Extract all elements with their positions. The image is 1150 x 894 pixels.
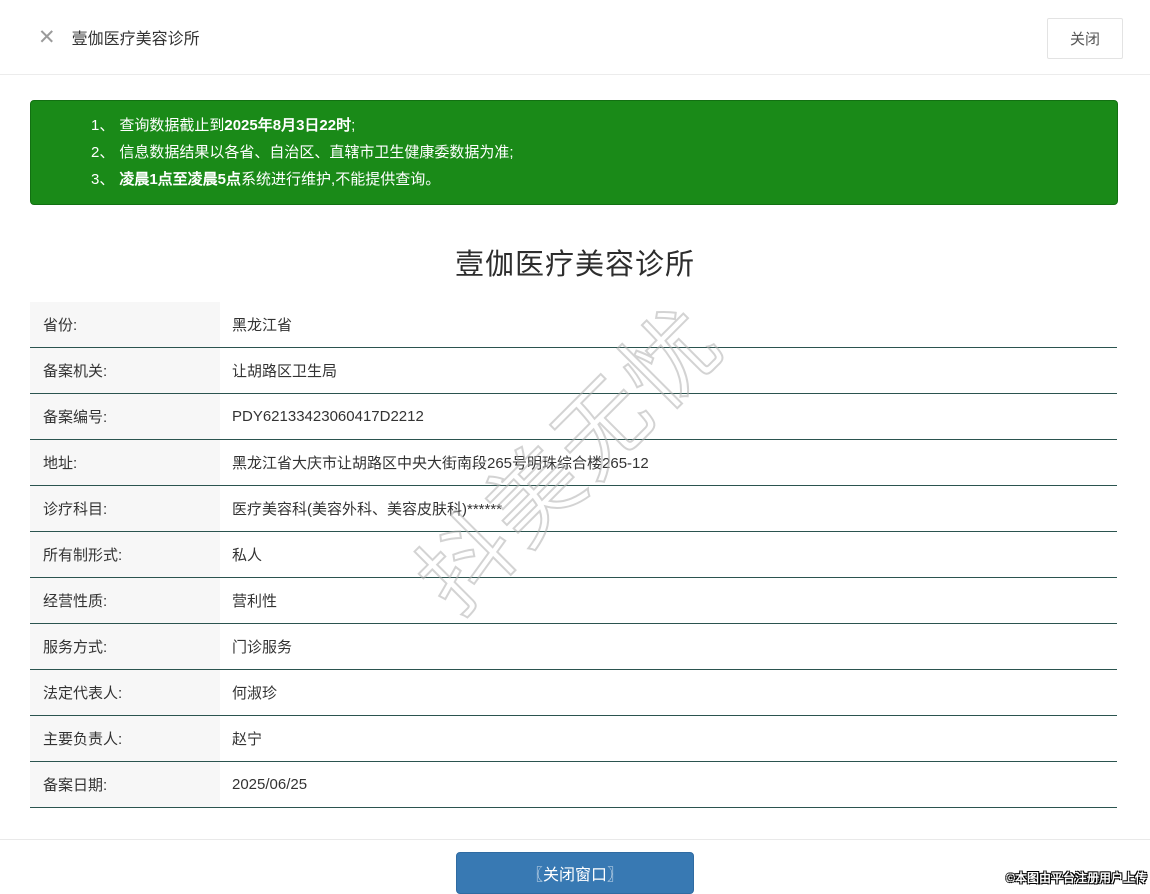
field-label: 诊疗科目: (30, 486, 220, 531)
notice-box: 1、 查询数据截止到2025年8月3日22时; 2、 信息数据结果以各省、自治区、直… (30, 100, 1118, 205)
table-row-business-nature: 经营性质: 营利性 (30, 578, 1117, 624)
page-title: 壹伽医疗美容诊所 (454, 249, 695, 281)
notice-text: ; (351, 117, 356, 134)
field-value: 2025/06/25 (232, 776, 308, 793)
clinic-info-table: 省份: 黑龙江省 备案机关: 让胡路区卫生局 备案编号: PDY62133423… (30, 302, 1117, 808)
field-label: 所有制形式: (30, 532, 220, 577)
notice-text: 系统进行维护,不能提供查询。 (241, 171, 441, 188)
notice-text: 信息数据结果以各省、自治区、直辖市卫生健康委数据为准; (119, 144, 514, 161)
notice-line-number: 2、 (91, 144, 115, 161)
field-value: 让胡路区卫生局 (232, 363, 338, 380)
field-label: 地址: (30, 440, 220, 485)
table-row-registration-number: 备案编号: PDY62133423060417D2212 (30, 394, 1117, 440)
table-row-treatment-subjects: 诊疗科目: 医疗美容科(美容外科、美容皮肤科)****** (30, 486, 1117, 532)
close-icon[interactable]: ✕ (38, 27, 56, 48)
notice-text: 查询数据截止到 (119, 117, 225, 134)
notice-line-number: 1、 (91, 117, 115, 134)
field-label: 法定代表人: (30, 670, 220, 715)
table-row-address: 地址: 黑龙江省大庆市让胡路区中央大街南段265号明珠综合楼265-12 (30, 440, 1117, 486)
field-value: 黑龙江省 (232, 317, 293, 334)
field-value: PDY62133423060417D2212 (232, 408, 424, 425)
field-label: 备案日期: (30, 762, 220, 807)
top-bar: ✕ 壹伽医疗美容诊所 关闭 (0, 0, 1150, 75)
field-value: 赵宁 (232, 731, 263, 748)
field-label: 备案机关: (30, 348, 220, 393)
field-label: 服务方式: (30, 624, 220, 669)
footer-button-row: 〖关闭窗口〗 (0, 852, 1150, 894)
table-row-main-person-in-charge: 主要负责人: 赵宁 (30, 716, 1117, 762)
table-row-ownership-form: 所有制形式: 私人 (30, 532, 1117, 578)
notice-line-1: 1、 查询数据截止到2025年8月3日22时; (91, 112, 1097, 139)
field-value: 营利性 (232, 593, 278, 610)
upload-credit-watermark: ©本图由平台注册用户上传 (1006, 871, 1147, 885)
table-row-legal-representative: 法定代表人: 何淑珍 (30, 670, 1117, 716)
field-value: 医疗美容科(美容外科、美容皮肤科)****** (232, 501, 503, 518)
notice-text-bold: 2025年8月3日22时 (224, 117, 352, 134)
field-label: 主要负责人: (30, 716, 220, 761)
footer-divider (0, 839, 1150, 840)
field-label: 省份: (30, 302, 220, 347)
window-title: 壹伽医疗美容诊所 (71, 31, 200, 48)
table-row-province: 省份: 黑龙江省 (30, 302, 1117, 348)
field-label: 备案编号: (30, 394, 220, 439)
field-label: 经营性质: (30, 578, 220, 623)
field-value: 何淑珍 (232, 685, 278, 702)
notice-line-3: 3、 凌晨1点至凌晨5点系统进行维护,不能提供查询。 (91, 166, 1097, 193)
table-row-registration-authority: 备案机关: 让胡路区卫生局 (30, 348, 1117, 394)
close-window-button[interactable]: 〖关闭窗口〗 (456, 852, 694, 894)
notice-text-bold: 凌晨1点至凌晨5点 (119, 171, 242, 188)
table-row-service-mode: 服务方式: 门诊服务 (30, 624, 1117, 670)
field-value: 私人 (232, 547, 263, 564)
notice-line-number: 3、 (91, 171, 115, 188)
close-button[interactable]: 关闭 (1046, 18, 1123, 59)
notice-line-2: 2、 信息数据结果以各省、自治区、直辖市卫生健康委数据为准; (91, 139, 1097, 166)
field-value: 黑龙江省大庆市让胡路区中央大街南段265号明珠综合楼265-12 (232, 455, 649, 472)
field-value: 门诊服务 (232, 639, 293, 656)
table-row-registration-date: 备案日期: 2025/06/25 (30, 762, 1117, 808)
